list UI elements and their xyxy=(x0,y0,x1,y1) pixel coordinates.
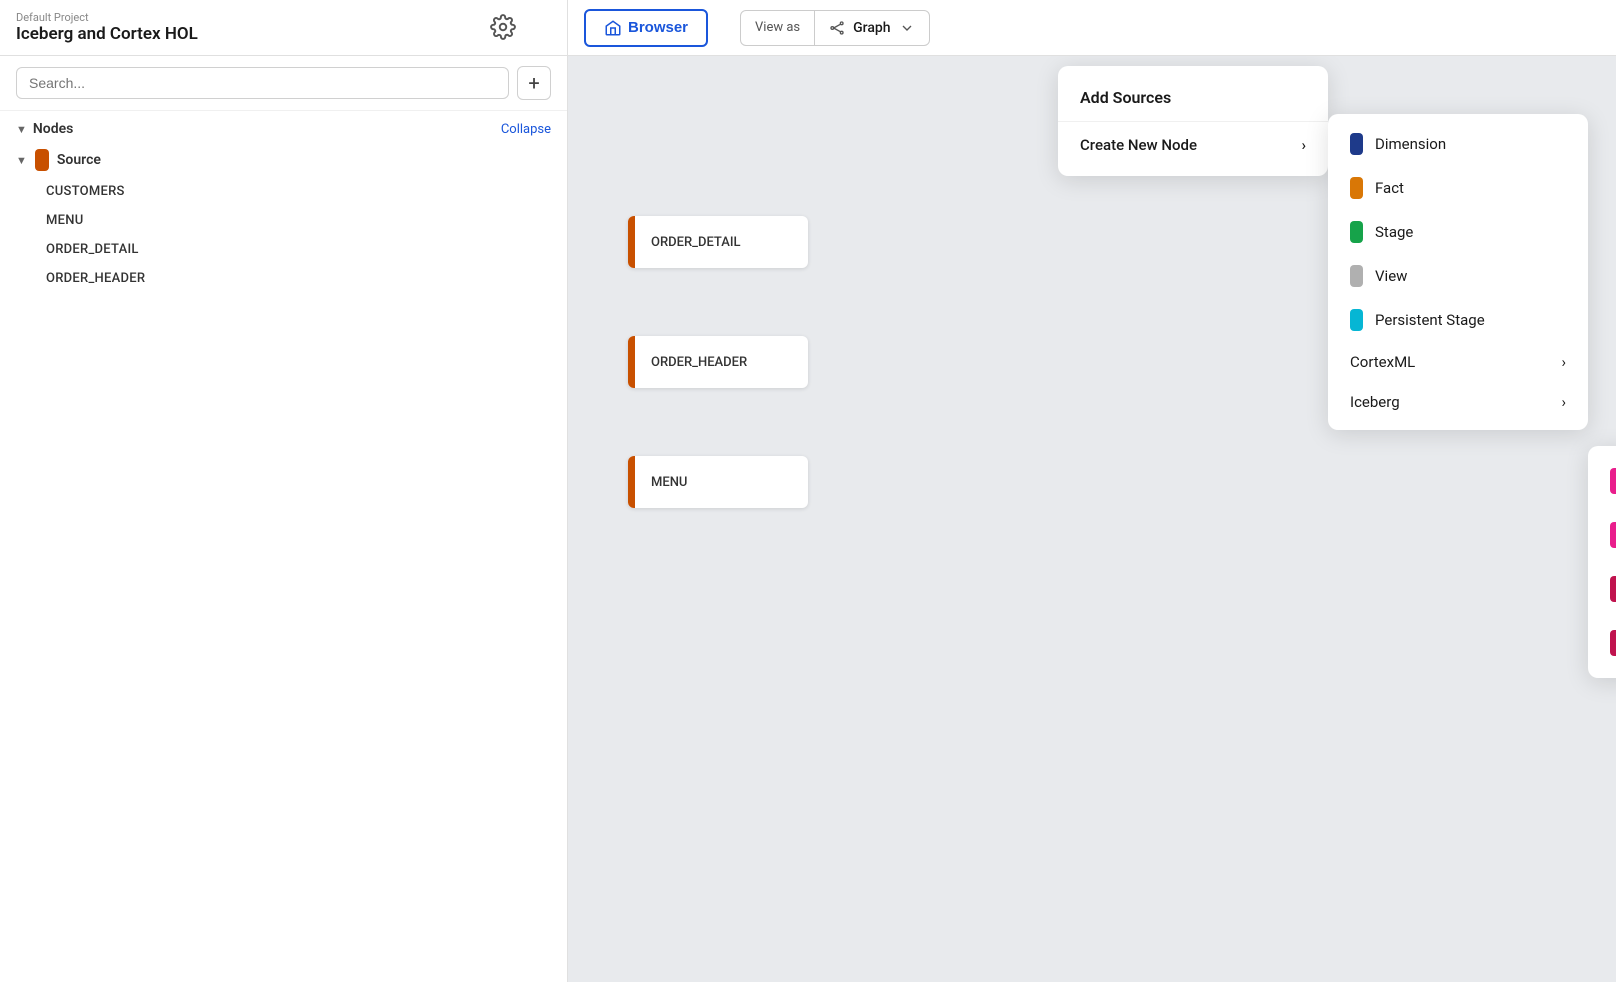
project-label: Default Project xyxy=(16,11,551,24)
source-chevron-icon: ▼ xyxy=(16,154,27,167)
persistent-stage-dot xyxy=(1350,309,1363,331)
cortexML-arrow-icon: › xyxy=(1561,353,1566,371)
main-header: Browser View as Graph xyxy=(568,0,1616,55)
snowflake-iceberg-dot xyxy=(1610,468,1616,494)
add-button[interactable]: + xyxy=(517,66,551,100)
canvas-node[interactable]: ORDER_HEADER xyxy=(628,336,808,388)
view-label: View xyxy=(1375,267,1407,285)
top-bar: Default Project Iceberg and Cortex HOL B… xyxy=(0,0,1616,56)
snowpipe-iceberg-dot xyxy=(1610,630,1616,656)
sidebar-header: Default Project Iceberg and Cortex HOL xyxy=(0,0,568,55)
source-label: Source xyxy=(57,152,101,168)
node-type-iceberg[interactable]: Iceberg › xyxy=(1328,382,1588,422)
node-label: ORDER_DETAIL xyxy=(635,216,757,268)
node-type-view[interactable]: View xyxy=(1328,254,1588,298)
persistent-stage-label: Persistent Stage xyxy=(1375,311,1485,329)
dimension-dot xyxy=(1350,133,1363,155)
source-header[interactable]: ▼ Source xyxy=(16,143,551,177)
dimension-label: Dimension xyxy=(1375,135,1446,153)
snowpipe-iceberg-table-item[interactable]: Snowpipe Iceberg table xyxy=(1588,616,1616,670)
node-type-persistent-stage[interactable]: Persistent Stage xyxy=(1328,298,1588,342)
nodes-toggle[interactable]: ▼ Nodes xyxy=(16,121,73,137)
copy-into-iceberg-table-item[interactable]: Copy Into Iceberg table xyxy=(1588,562,1616,616)
external-iceberg-dot xyxy=(1610,522,1616,548)
iceberg-submenu: Snowflake Iceberg table External Iceberg… xyxy=(1588,446,1616,678)
source-items: CUSTOMERS MENU ORDER_DETAIL ORDER_HEADER xyxy=(16,177,551,293)
browser-tab[interactable]: Browser xyxy=(584,9,708,47)
canvas-node[interactable]: MENU xyxy=(628,456,808,508)
list-item[interactable]: CUSTOMERS xyxy=(46,177,551,206)
canvas: ORDER_DETAIL ORDER_HEADER MENU Add Sourc… xyxy=(568,56,1616,982)
fact-dot xyxy=(1350,177,1363,199)
node-types-submenu: Dimension Fact Stage View Persistent Sta… xyxy=(1328,114,1588,430)
node-label: ORDER_HEADER xyxy=(635,336,763,388)
view-dot xyxy=(1350,265,1363,287)
view-as-section: View as Graph xyxy=(740,10,930,46)
source-color-dot xyxy=(35,149,49,171)
node-type-fact[interactable]: Fact xyxy=(1328,166,1588,210)
view-as-label: View as xyxy=(741,11,815,45)
arrow-icon: › xyxy=(1301,136,1306,154)
fact-label: Fact xyxy=(1375,179,1404,197)
nodes-chevron-icon: ▼ xyxy=(16,123,27,136)
browser-tab-label: Browser xyxy=(628,19,688,36)
settings-icon[interactable] xyxy=(490,14,516,44)
stage-dot xyxy=(1350,221,1363,243)
project-title: Iceberg and Cortex HOL xyxy=(16,24,551,44)
cortexML-label: CortexML xyxy=(1350,353,1415,371)
create-new-node-item[interactable]: Create New Node › xyxy=(1058,122,1328,168)
graph-dropdown[interactable]: Graph xyxy=(815,11,928,45)
node-type-dimension[interactable]: Dimension xyxy=(1328,122,1588,166)
list-item[interactable]: ORDER_DETAIL xyxy=(46,235,551,264)
list-item[interactable]: MENU xyxy=(46,206,551,235)
list-item[interactable]: ORDER_HEADER xyxy=(46,264,551,293)
create-new-node-label: Create New Node xyxy=(1080,136,1197,154)
node-type-stage[interactable]: Stage xyxy=(1328,210,1588,254)
collapse-button[interactable]: Collapse xyxy=(501,122,551,137)
nodes-label-text: Nodes xyxy=(33,121,73,137)
node-type-cortexML[interactable]: CortexML › xyxy=(1328,342,1588,382)
source-group: ▼ Source CUSTOMERS MENU ORDER_DETAIL ORD… xyxy=(0,143,567,293)
iceberg-arrow-icon: › xyxy=(1561,393,1566,411)
sidebar-nodes-header: ▼ Nodes Collapse xyxy=(0,111,567,143)
external-iceberg-table-item[interactable]: External Iceberg table xyxy=(1588,508,1616,562)
copy-into-iceberg-dot xyxy=(1610,576,1616,602)
node-bar xyxy=(628,216,635,268)
graph-label: Graph xyxy=(853,20,890,36)
sidebar: + ▼ Nodes Collapse ▼ Source CUSTOMERS ME… xyxy=(0,56,568,982)
node-bar xyxy=(628,456,635,508)
add-sources-dropdown: Add Sources Create New Node › xyxy=(1058,66,1328,176)
canvas-node[interactable]: ORDER_DETAIL xyxy=(628,216,808,268)
node-label: MENU xyxy=(635,456,703,508)
add-sources-item[interactable]: Add Sources xyxy=(1058,74,1328,121)
main-layout: + ▼ Nodes Collapse ▼ Source CUSTOMERS ME… xyxy=(0,56,1616,982)
search-input[interactable] xyxy=(16,67,509,99)
snowflake-iceberg-table-item[interactable]: Snowflake Iceberg table xyxy=(1588,454,1616,508)
iceberg-label: Iceberg xyxy=(1350,393,1400,411)
node-bar xyxy=(628,336,635,388)
stage-label: Stage xyxy=(1375,223,1413,241)
sidebar-search-row: + xyxy=(0,56,567,111)
